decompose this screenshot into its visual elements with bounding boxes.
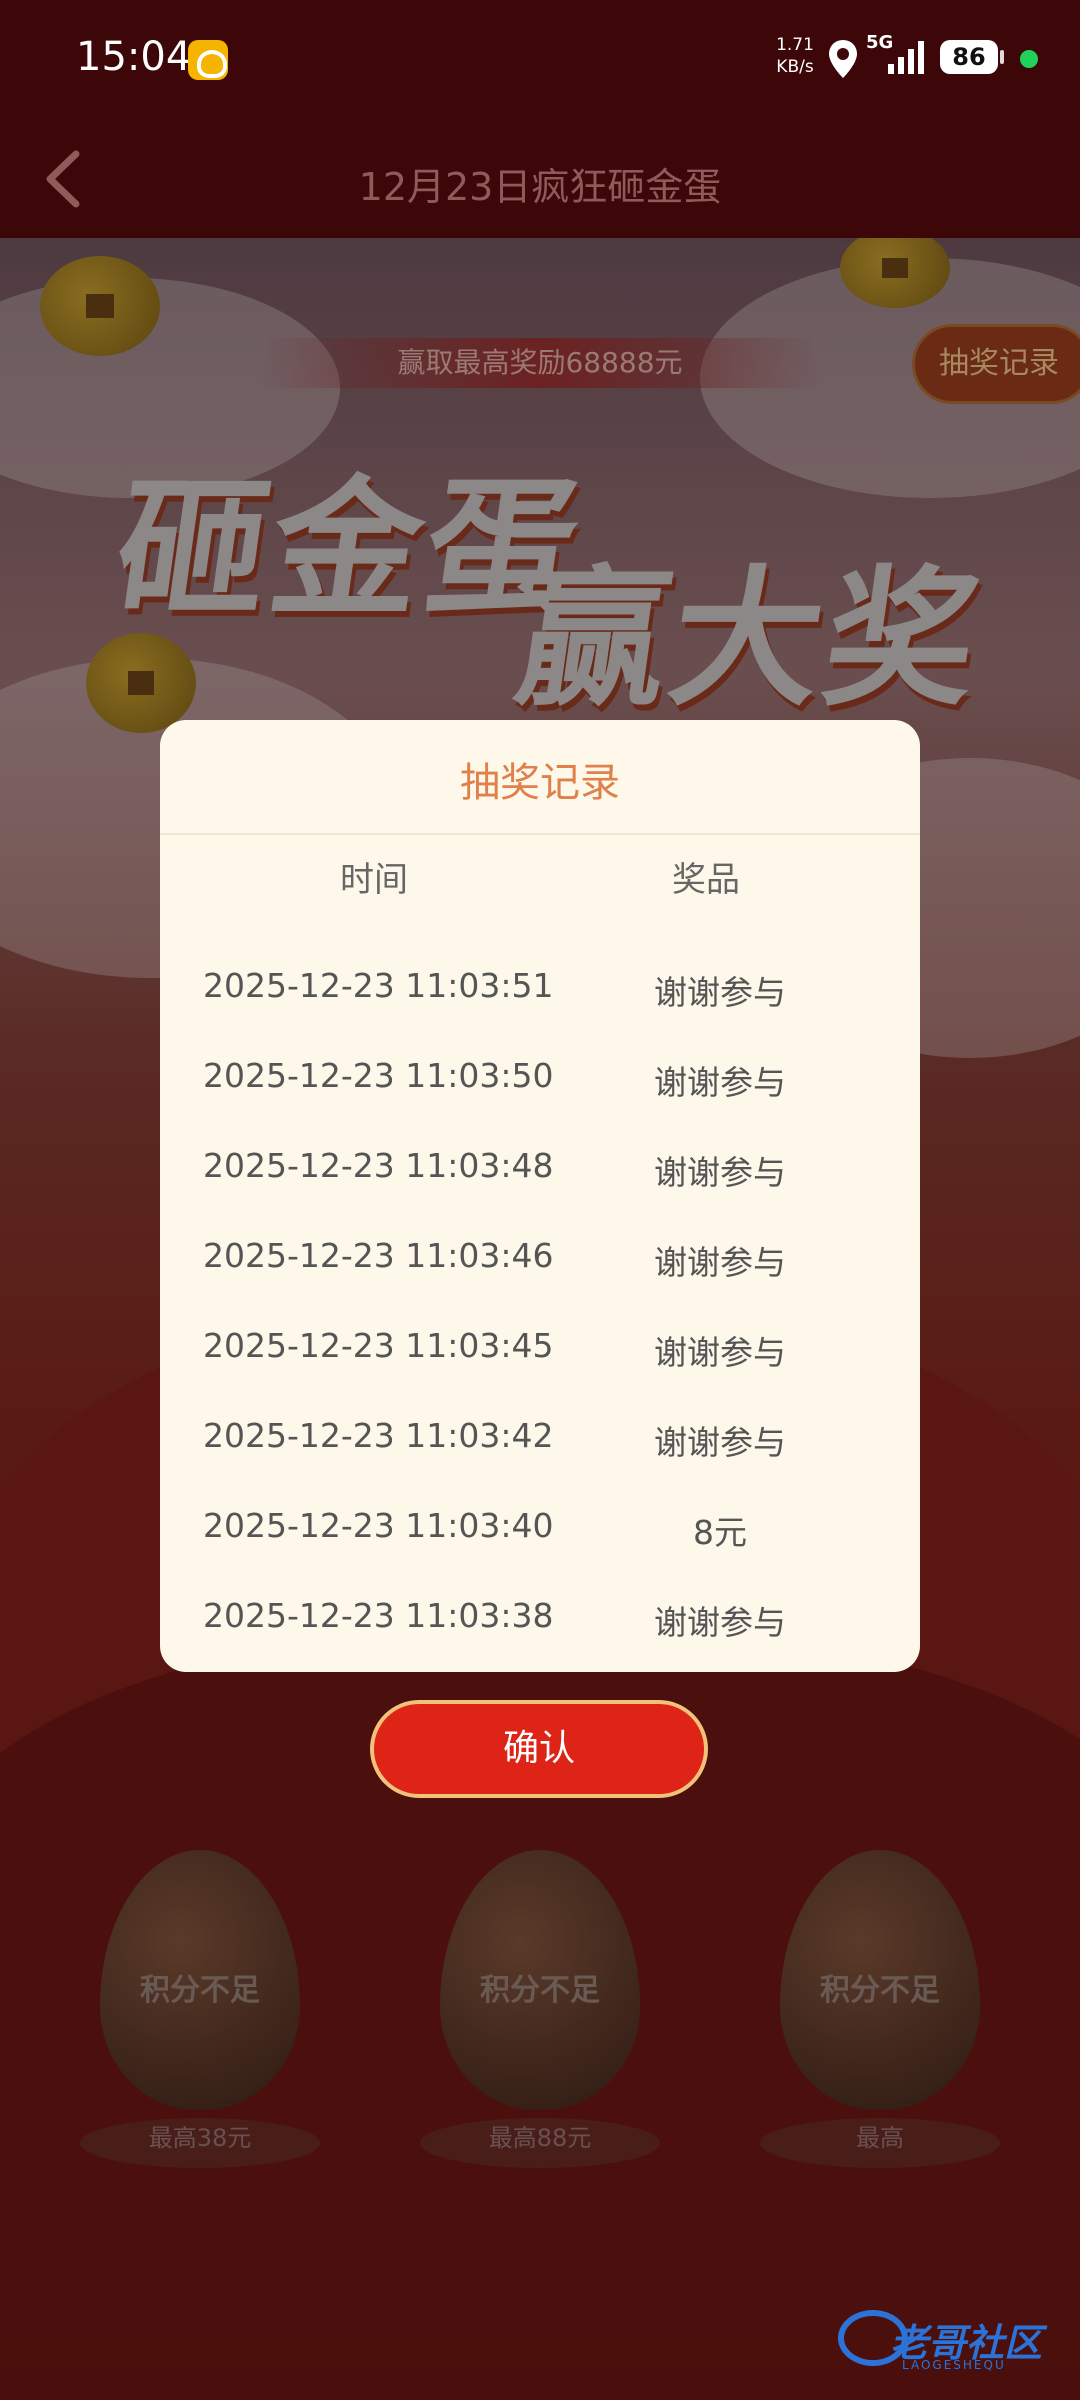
record-time: 2025-12-23 11:03:40 (203, 1506, 554, 1545)
record-prize: 谢谢参与 (654, 1153, 786, 1192)
record-row: 2025-12-23 11:03:48 谢谢参与 (160, 1124, 920, 1214)
record-prize: 谢谢参与 (654, 1243, 786, 1282)
record-time: 2025-12-23 11:03:42 (203, 1416, 554, 1455)
watermark-logo: 老哥社区 LAOGESHEQU (838, 2300, 1078, 2380)
record-time: 2025-12-23 11:03:38 (203, 1596, 554, 1635)
dialog-title: 抽奖记录 (460, 760, 620, 806)
record-time: 2025-12-23 11:03:46 (203, 1236, 554, 1275)
column-header-time: 时间 (340, 860, 408, 900)
record-time: 2025-12-23 11:03:51 (203, 966, 554, 1005)
record-prize: 谢谢参与 (654, 1333, 786, 1372)
record-row: 2025-12-23 11:03:45 谢谢参与 (160, 1304, 920, 1394)
record-prize: 谢谢参与 (654, 973, 786, 1012)
column-header-prize: 奖品 (672, 860, 740, 900)
record-prize: 谢谢参与 (654, 1423, 786, 1462)
record-row: 2025-12-23 11:03:50 谢谢参与 (160, 1034, 920, 1124)
record-list[interactable]: 2025-12-23 11:03:51 谢谢参与 2025-12-23 11:0… (160, 944, 920, 1664)
confirm-button[interactable]: 确认 (370, 1700, 708, 1798)
record-time: 2025-12-23 11:03:50 (203, 1056, 554, 1095)
record-row: 2025-12-23 11:03:46 谢谢参与 (160, 1214, 920, 1304)
record-time: 2025-12-23 11:03:48 (203, 1146, 554, 1185)
divider (160, 833, 920, 835)
record-row: 2025-12-23 11:03:42 谢谢参与 (160, 1394, 920, 1484)
record-prize: 8元 (693, 1513, 747, 1552)
watermark-subtext: LAOGESHEQU (902, 2358, 1006, 2372)
record-time: 2025-12-23 11:03:45 (203, 1326, 554, 1365)
record-row: 2025-12-23 11:03:51 谢谢参与 (160, 944, 920, 1034)
record-row: 2025-12-23 11:03:40 8元 (160, 1484, 920, 1574)
record-prize: 谢谢参与 (654, 1603, 786, 1642)
lottery-record-dialog: 抽奖记录 时间 奖品 2025-12-23 11:03:51 谢谢参与 2025… (160, 720, 920, 1672)
record-row: 2025-12-23 11:03:38 谢谢参与 (160, 1574, 920, 1664)
record-prize: 谢谢参与 (654, 1063, 786, 1102)
